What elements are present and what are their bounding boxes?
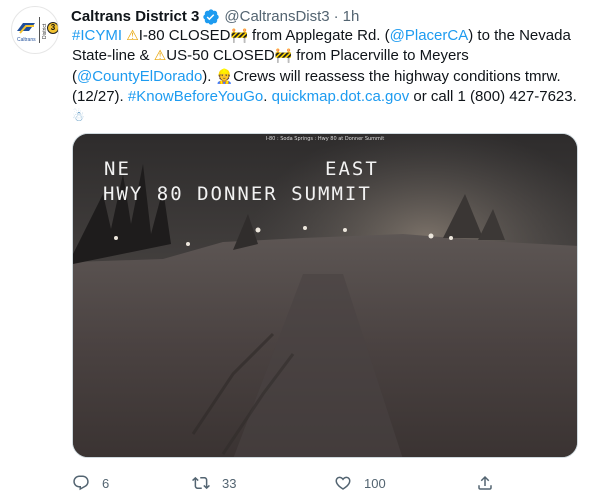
like-count: 100: [364, 475, 386, 491]
reply-count: 6: [102, 475, 110, 491]
tweet-text-segment: ).: [202, 67, 216, 85]
camera-direction-left: NE: [104, 158, 131, 180]
construction-worker-icon: 👷: [215, 68, 234, 85]
share-button[interactable]: [476, 474, 506, 492]
camera-location-text: HWY 80 DONNER SUMMIT: [103, 183, 372, 205]
avatar-district-number: 3: [47, 22, 58, 34]
retweet-icon: [192, 476, 210, 490]
reply-icon: [73, 475, 89, 491]
tweet-text-segment: or call 1 (800) 427-7623.: [409, 87, 577, 105]
author-name[interactable]: Caltrans District 3: [71, 8, 199, 26]
header-separator: ·: [333, 8, 339, 25]
warning-icon: ⚠: [153, 48, 167, 65]
caltrans-logo-icon: [17, 23, 35, 34]
verified-badge-icon: [203, 9, 220, 25]
retweet-count: 33: [222, 475, 237, 491]
construction-barrier-icon: 🚧: [274, 48, 293, 65]
hashtag-icymi[interactable]: #ICYMI: [72, 27, 122, 44]
avatar-divider: [39, 17, 40, 43]
tweet-text: #ICYMI ⚠I-80 CLOSED🚧 from Applegate Rd. …: [72, 26, 588, 127]
share-icon: [478, 475, 492, 490]
tweet-header: Caltrans District 3 @CaltransDist3 · 1h: [71, 8, 359, 26]
reply-button[interactable]: 6: [72, 474, 109, 492]
tweet-text-segment: US-50 CLOSED: [166, 47, 275, 65]
avatar[interactable]: Caltrans District 3: [11, 6, 59, 54]
construction-barrier-icon: 🚧: [230, 28, 248, 44]
mention-countyeldorado[interactable]: @CountyElDorado: [77, 68, 202, 85]
like-button[interactable]: 100: [334, 474, 386, 492]
link-quickmap[interactable]: quickmap.dot.ca.gov: [272, 88, 410, 105]
camera-direction-right: EAST: [325, 158, 379, 180]
tweet-actions: 6 33 100: [72, 474, 512, 494]
warning-icon: ⚠: [126, 28, 139, 44]
camera-header-text: I-80 : Soda Springs : Hwy 80 at Donner S…: [265, 136, 385, 142]
retweet-button[interactable]: 33: [192, 474, 236, 492]
tweet-text-segment: I-80 CLOSED: [138, 27, 231, 44]
tweet-image[interactable]: I-80 : Soda Springs : Hwy 80 at Donner S…: [72, 133, 578, 458]
mention-placerca[interactable]: @PlacerCA: [390, 27, 469, 44]
tweet-text-segment: from Applegate Rd. (: [247, 27, 390, 44]
tweet[interactable]: Caltrans District 3 Caltrans District 3 …: [0, 0, 601, 497]
heart-icon: [335, 476, 351, 490]
tweet-text-segment: .: [263, 87, 272, 105]
snowman-icon: ☃: [72, 109, 85, 126]
tweet-timestamp[interactable]: 1h: [343, 8, 360, 26]
author-handle[interactable]: @CaltransDist3: [224, 8, 329, 26]
avatar-logo-text: Caltrans: [17, 37, 36, 43]
hashtag-knowbeforeyougo[interactable]: #KnowBeforeYouGo: [128, 88, 263, 105]
